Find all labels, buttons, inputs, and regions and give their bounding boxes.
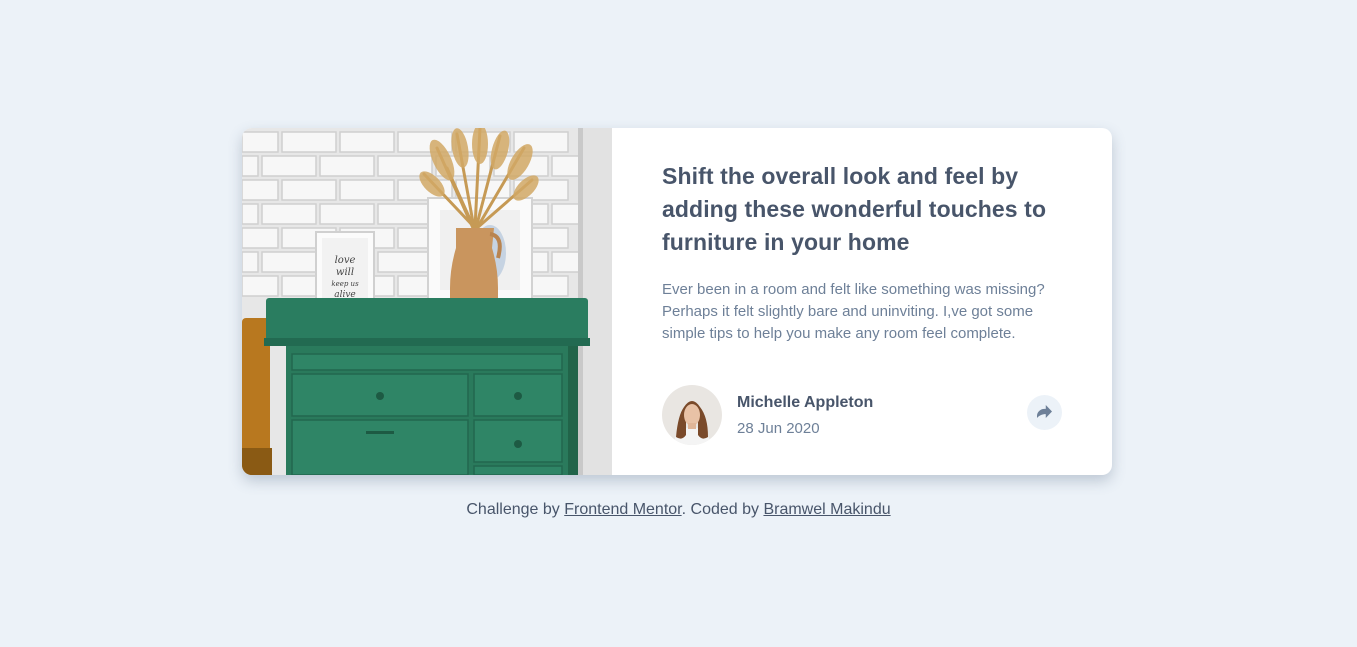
- svg-text:keep us: keep us: [331, 280, 359, 288]
- author-block: Michelle Appleton 28 Jun 2020: [662, 385, 873, 445]
- article-description: Ever been in a room and felt like someth…: [662, 281, 1045, 342]
- svg-text:love: love: [335, 255, 356, 266]
- article-title[interactable]: Shift the overall look and feel by addin…: [662, 160, 1062, 259]
- author-info: Michelle Appleton 28 Jun 2020: [737, 394, 873, 437]
- frontend-mentor-link[interactable]: Frontend Mentor: [564, 501, 681, 518]
- share-arrow-icon: [1037, 404, 1052, 421]
- share-button[interactable]: [1027, 395, 1062, 430]
- article-preview-card: love will keep us alive Shift the overal…: [242, 128, 1112, 475]
- footer-prefix: Challenge by: [466, 501, 565, 518]
- publish-date: 28 Jun 2020: [737, 419, 820, 437]
- footer-middle: . Coded by: [681, 501, 764, 518]
- author-avatar: [662, 385, 722, 445]
- drawers-photo: love will keep us alive: [242, 128, 612, 475]
- card-content: Shift the overall look and feel by addin…: [612, 128, 1112, 475]
- author-name: Michelle Appleton: [737, 393, 874, 411]
- attribution-footer: Challenge by Frontend Mentor. Coded by B…: [0, 501, 1357, 519]
- svg-text:will: will: [336, 267, 354, 278]
- author-link[interactable]: Bramwel Makindu: [763, 501, 890, 518]
